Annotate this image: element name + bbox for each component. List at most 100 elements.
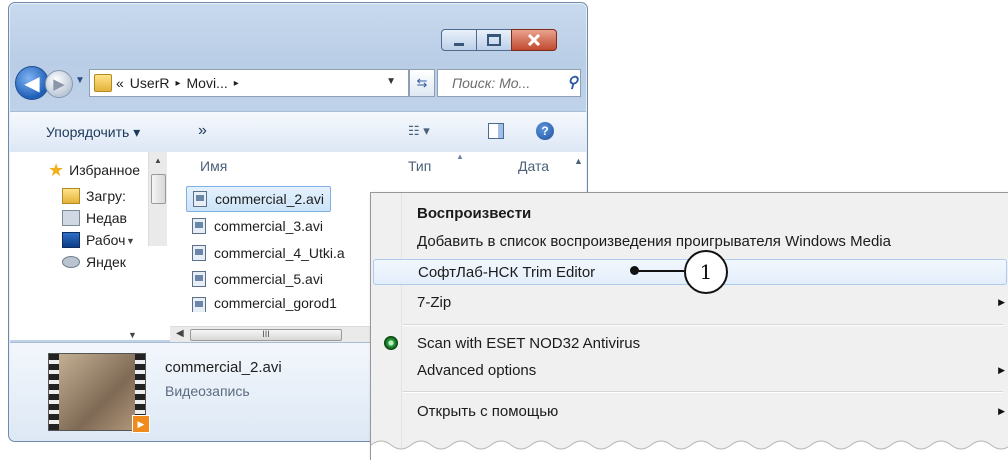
arrow-right-icon: ▶ xyxy=(53,76,65,93)
sidebar-item-yandex[interactable]: Яндек xyxy=(62,252,126,272)
menu-item-eset-scan[interactable]: Scan with ESET NOD32 Antivirus xyxy=(371,331,1007,355)
help-icon[interactable]: ? xyxy=(536,122,554,140)
file-item[interactable]: commercial_4_Utki.a xyxy=(186,241,345,265)
yandex-disk-icon xyxy=(62,256,80,268)
recent-icon xyxy=(62,210,80,226)
file-name: commercial_3.avi xyxy=(214,218,323,234)
breadcrumb-separator-icon[interactable]: ▸ xyxy=(234,78,239,89)
scroll-left-icon[interactable]: ◀ xyxy=(176,328,184,339)
menu-item-label: Добавить в список воспроизведения проигр… xyxy=(417,232,891,250)
play-badge-icon: ▶ xyxy=(132,415,150,433)
menu-item-add-playlist[interactable]: Добавить в список воспроизведения проигр… xyxy=(371,229,1007,253)
arrow-left-icon: ◀ xyxy=(24,72,40,95)
menu-item-open-with[interactable]: Открыть с помощью ▶ xyxy=(371,399,1007,423)
views-button[interactable]: ☷ ▾ xyxy=(408,123,430,139)
video-file-icon xyxy=(193,191,207,207)
close-icon xyxy=(527,34,541,46)
refresh-icon: ⇆ xyxy=(416,75,428,90)
details-file-name: commercial_2.avi xyxy=(165,359,282,376)
command-bar: Упорядочить ▾ » ☷ ▾ ? xyxy=(10,111,586,153)
address-bar[interactable]: « UserR ▸ Movi... ▸ ▼ xyxy=(89,69,409,97)
eset-icon xyxy=(384,336,398,350)
forward-button[interactable]: ▶ xyxy=(45,70,73,98)
submenu-arrow-icon: ▶ xyxy=(998,296,1005,307)
navigation-pane: ★ Избранное Загру: Недав Рабоч Яндек ▲ ▼ xyxy=(10,152,170,340)
desktop-icon xyxy=(62,232,80,248)
scroll-up-icon[interactable]: ▲ xyxy=(574,156,583,166)
downloads-icon xyxy=(62,188,80,204)
scroll-thumb[interactable] xyxy=(151,174,166,204)
video-file-icon xyxy=(192,271,206,287)
preview-pane-button[interactable] xyxy=(488,123,504,139)
column-name-header[interactable]: Имя xyxy=(200,158,227,174)
file-name: commercial_4_Utki.a xyxy=(214,245,345,261)
organize-button[interactable]: Упорядочить ▾ xyxy=(46,124,140,141)
scroll-down-icon[interactable]: ▼ xyxy=(126,236,135,246)
maximize-button[interactable] xyxy=(476,29,512,51)
file-item[interactable]: commercial_5.avi xyxy=(186,267,323,291)
search-input[interactable]: Поиск: Mo... ⚲ xyxy=(437,69,581,97)
callout-number: 1 xyxy=(684,250,728,294)
sidebar-item-label: Яндек xyxy=(86,254,126,270)
submenu-arrow-icon: ▶ xyxy=(998,405,1005,416)
address-overflow[interactable]: « xyxy=(116,75,124,91)
sort-indicator-icon: ▲ xyxy=(456,152,464,161)
context-menu: Воспроизвести Добавить в список воспроиз… xyxy=(370,192,1008,461)
minimize-button[interactable] xyxy=(441,29,477,51)
column-type-header[interactable]: Тип xyxy=(408,158,431,174)
breadcrumb-userr[interactable]: UserR xyxy=(130,75,170,91)
menu-item-advanced-options[interactable]: Advanced options ▶ xyxy=(371,358,1007,382)
column-date-header[interactable]: Дата xyxy=(518,158,549,174)
video-file-icon xyxy=(192,245,206,261)
details-file-type: Видеозапись xyxy=(165,383,250,399)
video-file-icon xyxy=(192,218,206,234)
refresh-button[interactable]: ⇆ xyxy=(409,69,435,97)
breadcrumb-separator-icon[interactable]: ▸ xyxy=(175,78,180,89)
menu-separator xyxy=(403,391,1003,393)
sidebar-item-label: Недав xyxy=(86,210,127,226)
file-name: commercial_gorod1 xyxy=(214,295,337,311)
menu-item-label: Открыть с помощью xyxy=(417,402,559,420)
search-icon[interactable]: ⚲ xyxy=(567,73,578,91)
menu-item-play[interactable]: Воспроизвести xyxy=(371,201,1007,225)
navigation-bar: ◀ ▶ ▼ « UserR ▸ Movi... ▸ ▼ ⇆ Поиск: Mo.… xyxy=(15,63,581,103)
folder-icon xyxy=(94,74,112,92)
sidebar-item-downloads[interactable]: Загру: xyxy=(62,186,126,206)
sidebar-item-recent[interactable]: Недав xyxy=(62,208,127,228)
search-placeholder: Поиск: Mo... xyxy=(452,75,531,91)
menu-separator xyxy=(403,324,1003,326)
video-file-icon xyxy=(192,297,206,312)
breadcrumb-movies[interactable]: Movi... xyxy=(187,75,228,91)
collapse-nav-icon[interactable]: ▼ xyxy=(128,330,137,340)
menu-item-7zip[interactable]: 7-Zip ▶ xyxy=(371,290,1007,314)
sidebar-item-favorites[interactable]: ★ Избранное xyxy=(48,160,140,180)
file-name: commercial_5.avi xyxy=(214,271,323,287)
file-name: commercial_2.avi xyxy=(215,191,324,207)
caption-buttons xyxy=(441,29,557,51)
file-item-selected[interactable]: commercial_2.avi xyxy=(186,186,331,212)
file-item[interactable]: commercial_gorod1 xyxy=(186,294,337,312)
scroll-thumb[interactable]: III xyxy=(190,329,342,341)
menu-item-label: Воспроизвести xyxy=(417,204,532,222)
sidebar-item-desktop[interactable]: Рабоч xyxy=(62,230,125,250)
callout-leader-line xyxy=(636,270,684,272)
submenu-arrow-icon: ▶ xyxy=(998,364,1005,375)
menu-item-label: Advanced options xyxy=(417,361,537,379)
menu-item-label: 7-Zip xyxy=(417,293,452,311)
history-dropdown[interactable]: ▼ xyxy=(75,75,85,86)
address-dropdown-icon[interactable]: ▼ xyxy=(386,76,396,87)
sidebar-item-label: Избранное xyxy=(69,162,141,178)
torn-edge xyxy=(371,440,1008,461)
scroll-up-icon[interactable]: ▲ xyxy=(154,156,162,165)
back-button[interactable]: ◀ xyxy=(15,66,49,100)
menu-item-label: Scan with ESET NOD32 Antivirus xyxy=(417,334,641,352)
minimize-icon xyxy=(454,42,464,46)
menu-item-label: СофтЛаб-НСК Trim Editor xyxy=(418,263,596,281)
more-commands-button[interactable]: » xyxy=(198,122,207,140)
file-item[interactable]: commercial_3.avi xyxy=(186,214,323,238)
column-headers: Имя Тип ▲ Дата ▲ xyxy=(182,152,586,180)
maximize-icon xyxy=(487,34,501,46)
navigation-scrollbar[interactable]: ▲ xyxy=(148,152,167,246)
close-button[interactable] xyxy=(511,29,557,51)
sidebar-item-label: Загру: xyxy=(86,188,126,204)
